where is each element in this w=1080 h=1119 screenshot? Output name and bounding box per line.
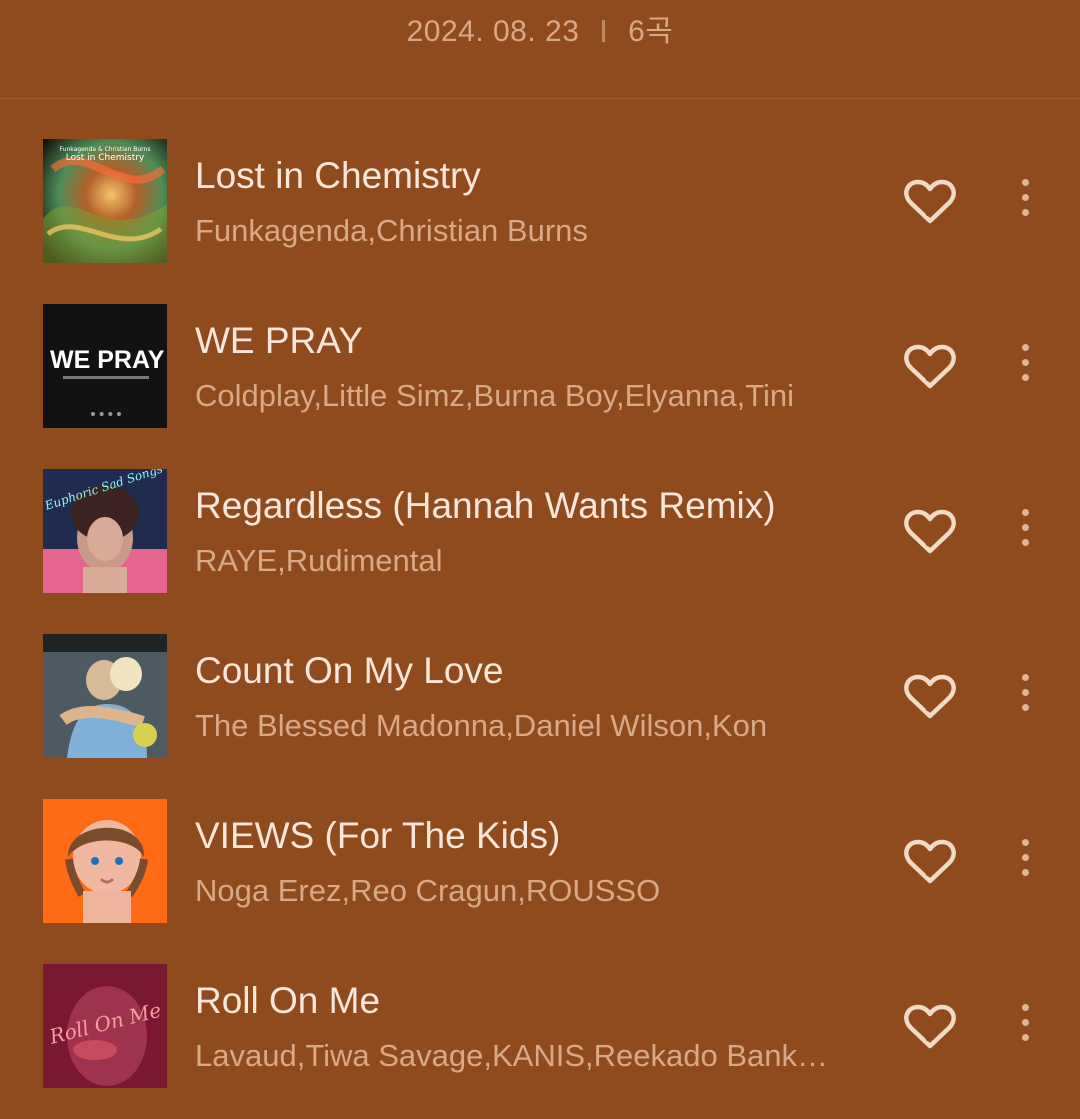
album-art-caption: WE PRAY — [50, 346, 165, 374]
track-artist: RAYE,Rudimental — [195, 543, 443, 578]
heart-icon[interactable] — [903, 179, 957, 225]
track-item[interactable]: WE PRAY WE PRAY Coldplay,Little Simz,Bur… — [0, 264, 1080, 429]
heart-icon[interactable] — [903, 509, 957, 555]
album-art: Funkagenda & Christian Burns Lost in Che… — [43, 139, 167, 263]
track-title: Lost in Chemistry — [195, 155, 481, 196]
playlist-date: 2024. 08. 23 — [406, 15, 580, 48]
album-art: WE PRAY — [43, 304, 167, 428]
meta-separator — [602, 20, 606, 43]
heart-icon[interactable] — [903, 1004, 957, 1050]
heart-icon[interactable] — [903, 839, 957, 885]
album-art — [43, 634, 167, 758]
track-artist: Funkagenda,Christian Burns — [195, 213, 588, 248]
track-title: WE PRAY — [195, 320, 363, 361]
playlist-meta: 2024. 08. 23 6곡 — [0, 6, 1080, 50]
track-item[interactable]: Count On My Love The Blessed Madonna,Dan… — [0, 594, 1080, 759]
track-artist: Lavaud,Tiwa Savage,KANIS,Reekado Banks,.… — [195, 1038, 835, 1073]
album-art: Euphoric Sad Songs — [43, 469, 167, 593]
album-art: Roll On Me — [43, 964, 167, 1088]
album-art — [43, 799, 167, 923]
more-options-icon[interactable] — [1008, 505, 1042, 555]
track-item[interactable]: VIEWS (For The Kids) Noga Erez,Reo Cragu… — [0, 759, 1080, 924]
track-title: Roll On Me — [195, 980, 381, 1021]
track-artist: Noga Erez,Reo Cragun,ROUSSO — [195, 873, 661, 908]
track-title: VIEWS (For The Kids) — [195, 815, 561, 856]
track-artist: The Blessed Madonna,Daniel Wilson,Kon — [195, 708, 768, 743]
track-item[interactable]: Roll On Me Roll On Me Lavaud,Tiwa Savage… — [0, 924, 1080, 1089]
more-options-icon[interactable] — [1008, 835, 1042, 885]
more-options-icon[interactable] — [1008, 340, 1042, 390]
track-title: Count On My Love — [195, 650, 504, 691]
heart-icon[interactable] — [903, 344, 957, 390]
more-options-icon[interactable] — [1008, 175, 1042, 225]
heart-icon[interactable] — [903, 674, 957, 720]
track-item[interactable]: Euphoric Sad Songs Regardless (Hannah Wa… — [0, 429, 1080, 594]
more-options-icon[interactable] — [1008, 670, 1042, 720]
track-count: 6곡 — [628, 15, 674, 48]
track-title: Regardless (Hannah Wants Remix) — [195, 485, 776, 526]
track-artist: Coldplay,Little Simz,Burna Boy,Elyanna,T… — [195, 378, 795, 413]
playlist-header: 2024. 08. 23 6곡 — [0, 0, 1080, 99]
album-art-top-caption: Funkagenda & Christian Burns — [60, 146, 151, 153]
track-item[interactable]: Funkagenda & Christian Burns Lost in Che… — [0, 99, 1080, 264]
more-options-icon[interactable] — [1008, 1000, 1042, 1050]
album-art-caption: Lost in Chemistry — [66, 153, 145, 163]
